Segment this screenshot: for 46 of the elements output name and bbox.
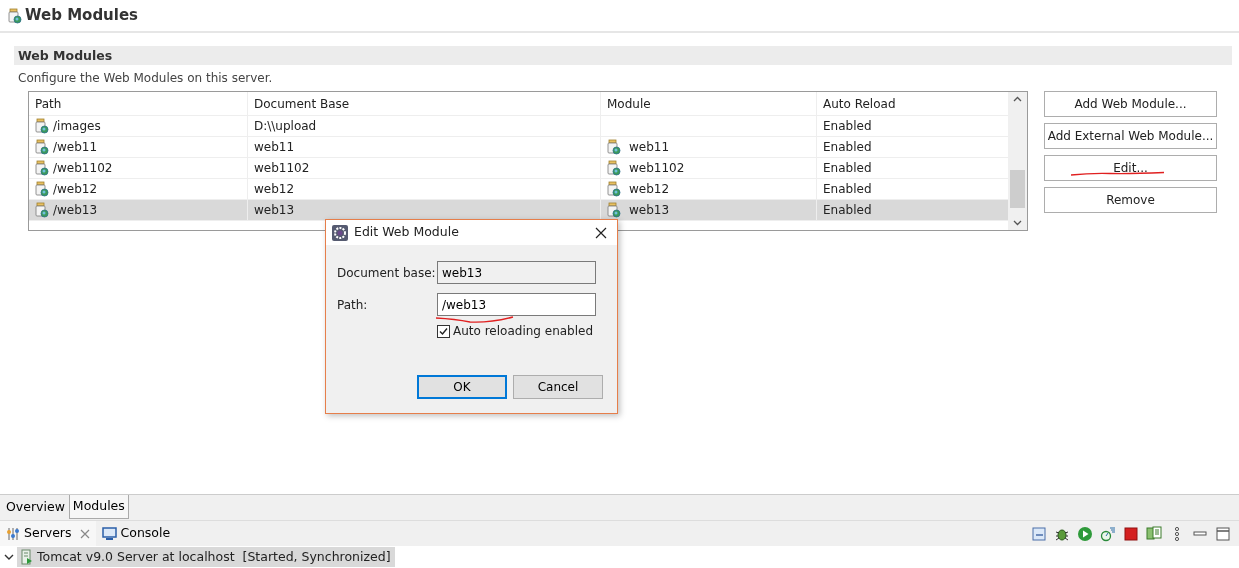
text-field[interactable]: web13: [437, 261, 596, 284]
column-header[interactable]: Auto Reload: [817, 92, 1007, 115]
text-field[interactable]: /web13: [437, 293, 596, 316]
action-button[interactable]: Add External Web Module...: [1044, 123, 1217, 149]
action-button[interactable]: Edit...: [1044, 155, 1217, 181]
editor-title: Web Modules: [25, 5, 139, 27]
view-tab[interactable]: Servers: [0, 521, 96, 546]
table-cell-text: /web13: [53, 202, 98, 219]
dialog-title: Edit Web Module: [354, 223, 459, 242]
section-title: Web Modules: [14, 46, 1232, 65]
view-tab[interactable]: Console: [95, 521, 177, 546]
table-row[interactable]: /web1102 web1102 web1102 Enabled: [29, 158, 1008, 179]
action-button[interactable]: Add Web Module...: [1044, 91, 1217, 117]
table-row[interactable]: /images D:\\upload Enabled: [29, 116, 1008, 137]
column-header[interactable]: Path: [29, 92, 248, 115]
table-cell-text: Enabled: [823, 139, 872, 156]
table-row[interactable]: /web11 web11 web11 Enabled: [29, 137, 1008, 158]
column-header[interactable]: Module: [601, 92, 817, 115]
table-cell-text: web13: [254, 202, 295, 219]
dialog-button[interactable]: Cancel: [513, 375, 603, 399]
action-button[interactable]: Remove: [1044, 187, 1217, 213]
table-cell-text: /images: [53, 118, 101, 135]
field-label: Document base:: [337, 264, 437, 282]
dialog-button[interactable]: OK: [417, 375, 507, 399]
table-cell-text: web1102: [254, 160, 310, 177]
table-cell-text: /web1102: [53, 160, 113, 177]
table-row[interactable]: /web13 web13 web13 Enabled: [29, 200, 1008, 221]
section-description: Configure the Web Modules on this server.: [17, 70, 274, 87]
checkbox-label: Auto reloading enabled: [453, 323, 594, 340]
table-cell-text: Enabled: [823, 118, 872, 135]
table-cell-text: /web11: [53, 139, 98, 156]
table-cell-text: /web12: [53, 181, 98, 198]
column-header[interactable]: Document Base: [248, 92, 601, 115]
table-cell-text: Enabled: [823, 181, 872, 198]
field-label: Path:: [337, 296, 369, 314]
table-cell-text: web11: [629, 139, 670, 156]
table-cell-text: D:\\upload: [254, 118, 317, 135]
editor-tab[interactable]: Overview: [2, 495, 69, 520]
table-cell-text: Enabled: [823, 202, 872, 219]
table-cell-text: web1102: [629, 160, 685, 177]
table-cell-text: web12: [254, 181, 295, 198]
table-cell-text: Enabled: [823, 160, 872, 177]
table-cell-text: web11: [254, 139, 295, 156]
table-cell-text: web12: [629, 181, 670, 198]
editor-tab[interactable]: Modules: [68, 495, 129, 519]
table-cell-text: web13: [629, 202, 670, 219]
